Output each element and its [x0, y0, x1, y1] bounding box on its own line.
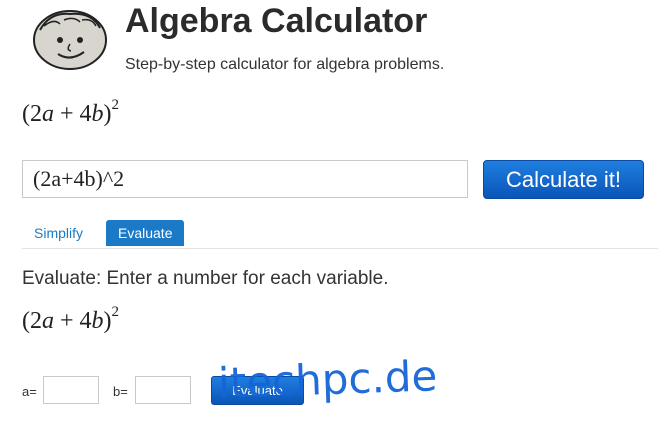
- calculate-button[interactable]: Calculate it!: [483, 160, 644, 199]
- variable-b-input[interactable]: [135, 376, 191, 404]
- watermark: itechpc.de: [217, 351, 439, 408]
- tab-evaluate[interactable]: Evaluate: [106, 220, 185, 246]
- variable-a-input[interactable]: [43, 376, 99, 404]
- page-title: Algebra Calculator: [125, 2, 428, 40]
- variable-a-label: a=: [22, 384, 37, 399]
- page-subtitle: Step-by-step calculator for algebra prob…: [125, 56, 445, 73]
- evaluate-instruction: Evaluate: Enter a number for each variab…: [22, 268, 389, 289]
- evaluate-expression: (2a + 4b)2: [22, 304, 120, 334]
- rendered-expression: (2a + 4b)2: [22, 97, 120, 127]
- mascot-avatar: [33, 10, 107, 70]
- mode-tabs: Simplify Evaluate: [22, 220, 658, 249]
- tab-simplify[interactable]: Simplify: [22, 220, 95, 246]
- variable-b-label: b=: [113, 384, 128, 399]
- expression-input[interactable]: [22, 160, 468, 198]
